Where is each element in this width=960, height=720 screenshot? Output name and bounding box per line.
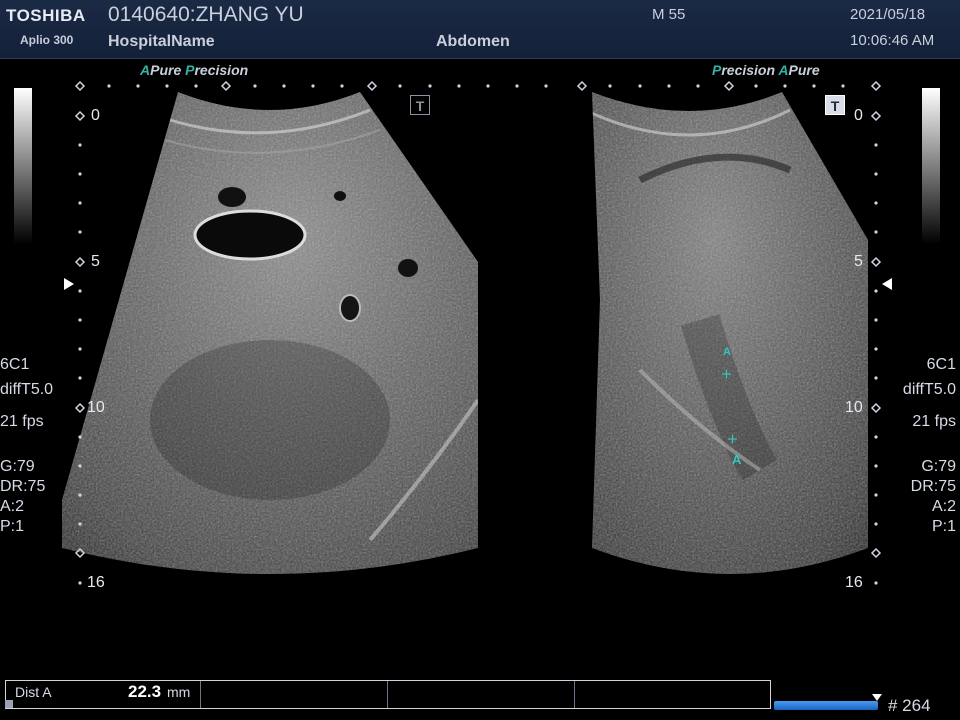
left-gain: G:79	[0, 458, 35, 475]
left-probe: 6C1	[0, 356, 30, 373]
right-depth-0: 0	[854, 107, 863, 124]
caliper-label-bottom: A	[732, 452, 742, 467]
measurement-table: Dist A 22.3 mm	[5, 680, 771, 709]
caliper-label-top: A	[723, 346, 731, 358]
right-depth-5: 5	[854, 253, 863, 270]
right-fps: 21 fps	[912, 413, 956, 430]
right-depth-16: 16	[845, 574, 863, 591]
measurement-cell-empty	[575, 681, 770, 708]
right-probe: 6C1	[926, 356, 956, 373]
left-depth-5: 5	[91, 253, 100, 270]
right-persistence: P:1	[931, 518, 956, 535]
left-dynamic-range: DR:75	[0, 478, 46, 495]
left-lateral-scale	[107, 84, 548, 88]
right-focus-marker[interactable]	[882, 278, 892, 290]
right-orientation-icon[interactable]: T	[825, 95, 845, 115]
right-gain: G:79	[921, 458, 956, 475]
measurement-name: Dist A	[15, 684, 52, 700]
cine-progress-bar[interactable]	[774, 701, 878, 710]
left-focus-marker[interactable]	[64, 278, 74, 290]
left-ultrasound-image	[62, 92, 478, 574]
left-depth-10: 10	[87, 399, 105, 416]
right-depth-10: 10	[845, 399, 863, 416]
right-dynamic-range: DR:75	[910, 478, 956, 495]
measurement-cell-empty	[201, 681, 388, 708]
frame-number: # 264	[888, 696, 931, 715]
measurement-cell-empty	[388, 681, 575, 708]
measurement-value: 22.3	[128, 682, 162, 701]
ultrasound-canvas	[62, 80, 892, 585]
measurement-cell-dist-a[interactable]: Dist A 22.3 mm	[6, 681, 202, 708]
right-acoustic: A:2	[931, 498, 956, 515]
left-depth-0: 0	[91, 107, 100, 124]
left-filter: diffT5.0	[0, 381, 54, 398]
left-depth-16: 16	[87, 574, 105, 591]
left-orientation-icon[interactable]: T	[410, 95, 430, 115]
cine-marker-icon[interactable]	[872, 694, 882, 701]
left-persistence: P:1	[0, 518, 25, 535]
status-square	[5, 700, 13, 708]
left-fps: 21 fps	[0, 413, 44, 430]
right-depth-scale	[874, 143, 878, 585]
left-acoustic: A:2	[0, 498, 25, 515]
right-filter: diffT5.0	[902, 381, 956, 398]
right-ultrasound-image	[592, 92, 868, 574]
measurement-unit: mm	[167, 684, 191, 700]
